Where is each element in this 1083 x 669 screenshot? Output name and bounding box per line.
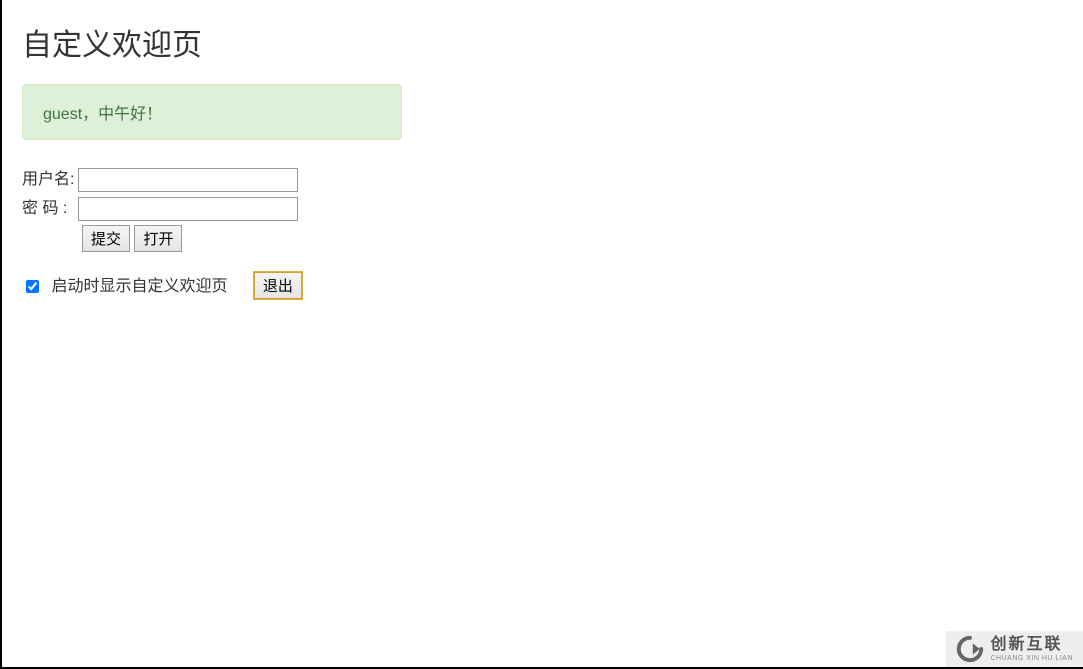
username-label: 用户名: [22,165,78,189]
password-row: 密 码 : [22,194,1063,221]
watermark: 创新互联 CHUANG XIN HU LIAN [946,631,1083,667]
password-label: 密 码 : [22,194,78,218]
watermark-brand-cn: 创新互联 [990,637,1073,653]
watermark-logo-icon [956,635,984,663]
welcome-message: guest，中午好！ [43,106,162,123]
options-row: 启动时显示自定义欢迎页 退出 [22,272,1063,299]
show-welcome-label: 启动时显示自定义欢迎页 [51,278,227,295]
form-buttons: 提交 打开 [82,225,1063,252]
submit-button[interactable]: 提交 [82,225,130,252]
show-welcome-checkbox[interactable] [26,280,39,293]
password-input[interactable] [78,197,298,221]
exit-button[interactable]: 退出 [254,272,302,299]
username-input[interactable] [78,168,298,192]
welcome-alert: guest，中午好！ [22,84,402,140]
watermark-text: 创新互联 CHUANG XIN HU LIAN [990,637,1073,662]
page-title: 自定义欢迎页 [22,20,1063,64]
open-button[interactable]: 打开 [134,225,182,252]
username-row: 用户名: [22,165,1063,192]
watermark-brand-en: CHUANG XIN HU LIAN [990,655,1073,662]
